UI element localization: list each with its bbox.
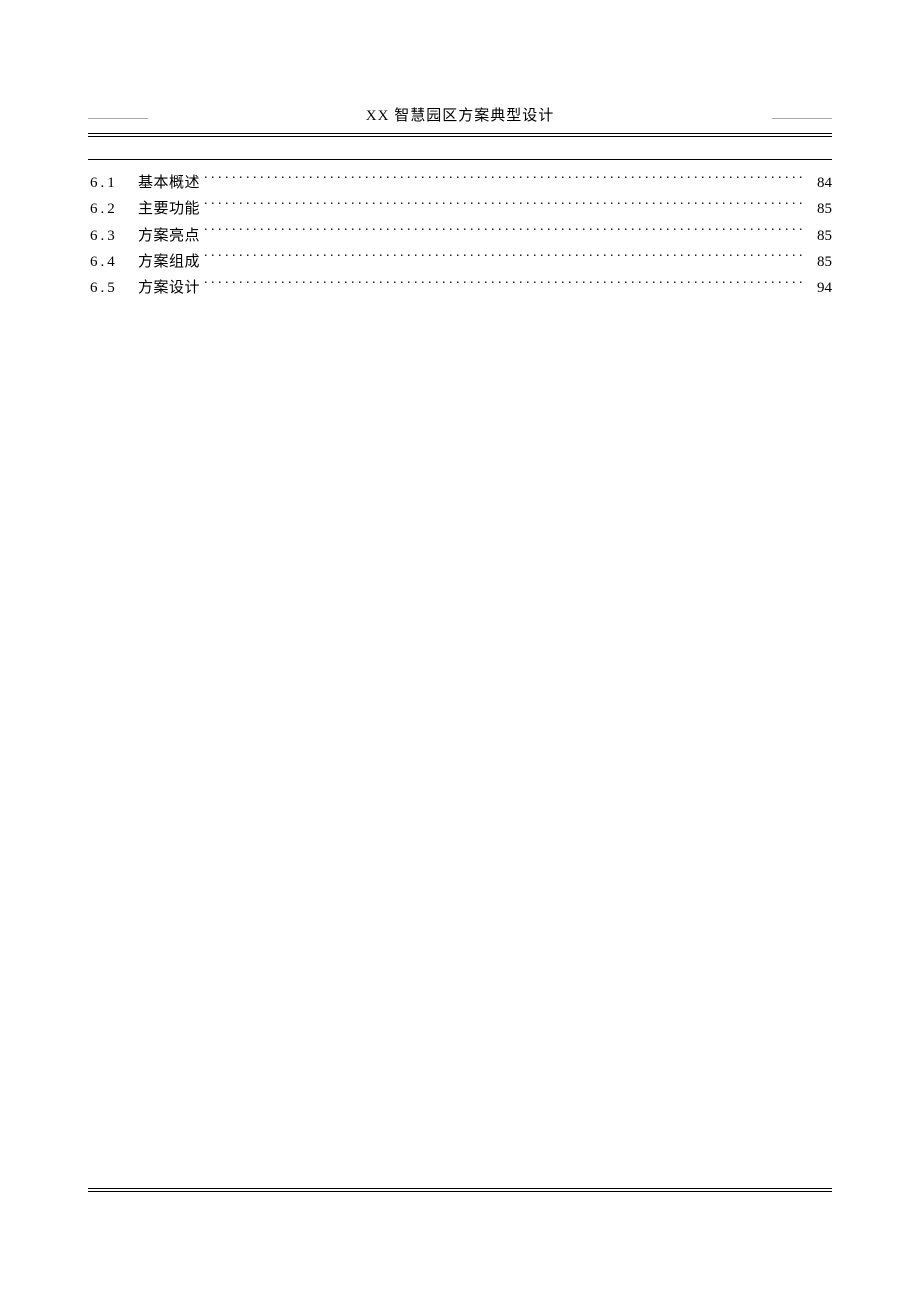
- toc-entry-title: 主要功能: [138, 196, 200, 222]
- toc-dot-leader: [204, 277, 806, 292]
- footer-rule: [88, 1188, 832, 1192]
- header-dash-right: [772, 124, 832, 130]
- toc-entry[interactable]: 6.4 方案组成 85: [88, 249, 832, 275]
- header-dash-left: [88, 124, 148, 130]
- header-rule: [88, 133, 832, 137]
- toc-entry-page: 84: [810, 170, 832, 196]
- document-page: XX 智慧园区方案典型设计 6.1 基本概述 84 6.2 主要功能 85 6.…: [0, 0, 920, 1302]
- toc-entry-title: 基本概述: [138, 170, 200, 196]
- toc-entry-title: 方案设计: [138, 275, 200, 301]
- toc-entry-page: 94: [810, 275, 832, 301]
- toc-entry-number: 6.1: [88, 170, 138, 196]
- table-of-contents: 6.1 基本概述 84 6.2 主要功能 85 6.3 方案亮点 85 6.4 …: [88, 159, 832, 301]
- toc-entry-number: 6.2: [88, 196, 138, 222]
- page-header-title: XX 智慧园区方案典型设计: [88, 104, 832, 131]
- toc-dot-leader: [204, 198, 806, 213]
- toc-entry[interactable]: 6.5 方案设计 94: [88, 275, 832, 301]
- toc-entry-title: 方案亮点: [138, 223, 200, 249]
- toc-dot-leader: [204, 172, 806, 187]
- toc-entry-page: 85: [810, 249, 832, 275]
- toc-top-rule: [88, 159, 832, 160]
- toc-entry-page: 85: [810, 196, 832, 222]
- toc-entry[interactable]: 6.2 主要功能 85: [88, 196, 832, 222]
- toc-dot-leader: [204, 225, 806, 240]
- toc-dot-leader: [204, 251, 806, 266]
- toc-entry-title: 方案组成: [138, 249, 200, 275]
- toc-entry[interactable]: 6.3 方案亮点 85: [88, 223, 832, 249]
- toc-entry[interactable]: 6.1 基本概述 84: [88, 170, 832, 196]
- toc-entry-page: 85: [810, 223, 832, 249]
- toc-entry-number: 6.4: [88, 249, 138, 275]
- toc-entry-number: 6.3: [88, 223, 138, 249]
- toc-entry-number: 6.5: [88, 275, 138, 301]
